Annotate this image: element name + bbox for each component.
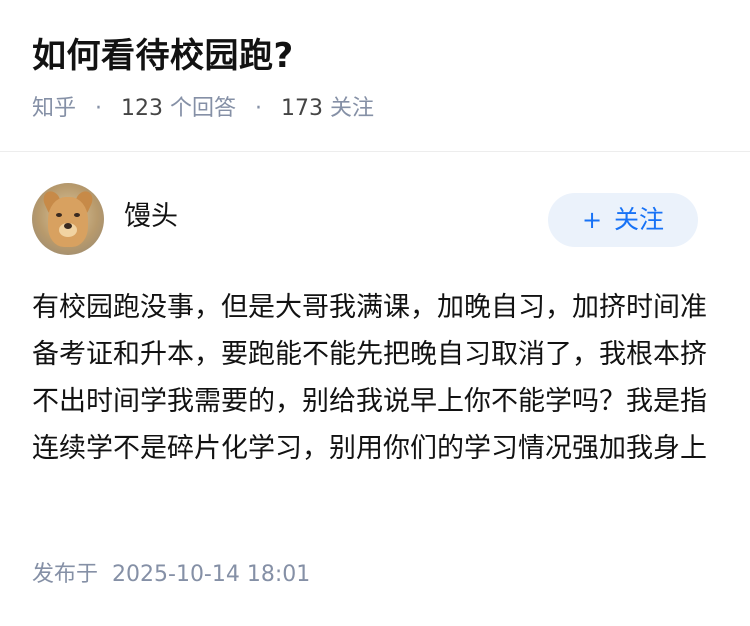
author-row: 馒头 + 关注 xyxy=(32,183,718,257)
question-meta: 知乎 · 123 个回答 · 173 关注 xyxy=(32,92,374,126)
meta-separator: · xyxy=(95,96,103,121)
follow-button[interactable]: + 关注 xyxy=(548,193,698,247)
dog-avatar-icon[interactable] xyxy=(32,183,104,255)
question-title[interactable]: 如何看待校园跑? xyxy=(32,32,294,80)
question-header: 如何看待校园跑? 知乎 · 123 个回答 · 173 关注 xyxy=(0,0,750,152)
follower-count-label[interactable]: 关注 xyxy=(330,96,374,121)
answer-count: 123 xyxy=(121,96,164,121)
follow-button-label: 关注 xyxy=(614,205,665,234)
follower-count: 173 xyxy=(281,96,324,121)
plus-icon: + xyxy=(581,206,603,234)
publish-time: 2025-10-14 18:01 xyxy=(112,562,311,587)
meta-separator-2: · xyxy=(255,96,263,121)
answer-count-label[interactable]: 个回答 xyxy=(170,96,236,121)
source-label[interactable]: 知乎 xyxy=(32,96,76,121)
answer-content: 有校园跑没事，但是大哥我满课，加晚自习，加挤时间准备考证和升本，要跑能不能先把晚… xyxy=(32,292,707,464)
publish-label: 发布于 xyxy=(32,562,99,587)
publish-info: 发布于 2025-10-14 18:01 xyxy=(32,558,310,592)
author-name[interactable]: 馒头 xyxy=(124,199,178,235)
